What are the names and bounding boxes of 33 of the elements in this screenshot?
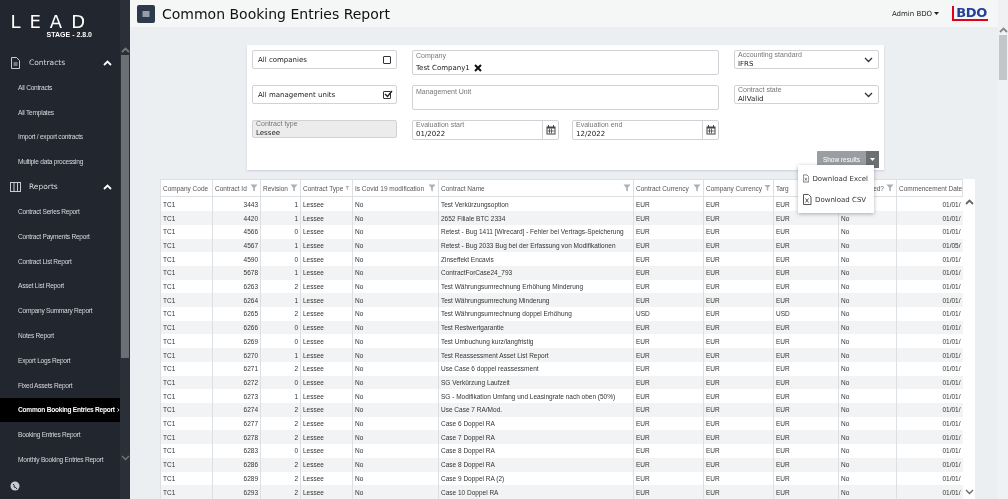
filter-icon[interactable] [345,184,350,193]
page-scrollbar[interactable] [998,0,1008,499]
filter-icon[interactable] [764,184,771,193]
scrollbar[interactable] [120,0,130,499]
checkbox[interactable] [383,55,391,64]
file-icon [803,173,810,184]
scrollbar-thumb[interactable] [121,55,129,358]
globe-icon[interactable] [10,481,20,491]
filter-icon[interactable] [428,184,436,193]
brand-logo: BDO [952,6,988,21]
check-icon [384,89,393,98]
file-icon [803,194,812,205]
filter-icon[interactable] [290,184,298,193]
chevron-right-icon [116,405,120,414]
caret-down-icon[interactable] [964,489,974,495]
filter-icon[interactable] [886,184,894,193]
remove-icon[interactable] [473,64,482,72]
caret-down-icon [934,12,940,15]
columns-icon [10,180,21,193]
page-title: Common Booking Entries Report [162,5,392,22]
checkbox[interactable] [383,90,391,99]
caret-down-icon[interactable] [864,91,873,98]
document-icon [10,56,21,69]
caret-down-icon[interactable] [864,56,873,63]
filter-icon[interactable] [693,184,701,193]
scrollbar-thumb[interactable] [999,35,1007,80]
calendar-icon[interactable] [545,125,556,135]
app-logo: LEAD [10,13,94,31]
calendar-icon[interactable] [705,125,716,135]
filter-icon[interactable] [250,184,258,193]
filter-icon[interactable] [623,184,631,193]
menu-button[interactable] [137,4,155,23]
caret-down-icon [870,158,875,161]
